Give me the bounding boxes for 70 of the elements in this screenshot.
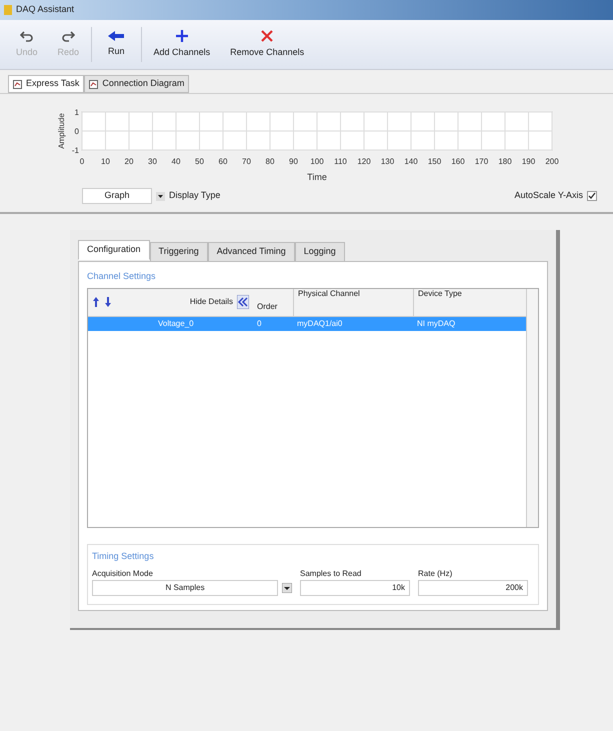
x-tick-label: 90	[289, 157, 298, 166]
x-tick-label: 10	[101, 157, 110, 166]
x-axis-title: Time	[307, 172, 327, 182]
display-type-label: Display Type	[169, 189, 220, 202]
display-type-field[interactable]: Graph	[82, 188, 152, 204]
down-arrow-icon[interactable]	[104, 296, 112, 308]
y-tick-label: 1	[74, 108, 79, 117]
hide-details-label: Hide Details	[190, 296, 233, 308]
plus-icon	[176, 30, 188, 42]
x-icon	[261, 30, 274, 42]
rate-field[interactable]: 200k	[418, 580, 528, 596]
y-axis-title: Amplitude	[57, 113, 66, 149]
field-label: Acquisition Mode	[92, 568, 154, 580]
autoscale-checkbox[interactable]	[587, 191, 597, 201]
device-type-cell-text: NI myDAQ	[416, 318, 456, 330]
dropdown-icon[interactable]	[156, 192, 165, 200]
x-tick-label: 20	[124, 157, 134, 166]
arrow-icon	[108, 30, 124, 41]
y-tick-label: 0	[74, 127, 79, 136]
x-tick-label: 120	[357, 157, 371, 166]
x-tick-label: 100	[310, 157, 324, 166]
x-tick-label: 110	[334, 157, 347, 166]
field-label: Rate (Hz)	[418, 568, 454, 580]
config-tab[interactable]: Logging	[294, 242, 345, 262]
dropdown-icon[interactable]	[282, 582, 292, 592]
x-tick-label: 0	[80, 157, 84, 166]
channel-name: Voltage_0	[157, 318, 195, 330]
undo-icon	[20, 30, 34, 42]
x-tick-label: 60	[218, 157, 228, 166]
window-title: DAQ Assistant	[16, 3, 74, 16]
column-header: Device Type	[413, 288, 488, 316]
section-title: Channel Settings	[87, 270, 157, 283]
tab-icon	[13, 80, 22, 88]
x-tick-label: 30	[148, 157, 157, 166]
redo-icon	[61, 30, 76, 42]
x-tick-label: 200	[545, 157, 559, 166]
app-icon	[4, 5, 12, 15]
x-tick-label: 180	[498, 157, 512, 166]
x-tick-label: 170	[474, 157, 488, 166]
config-tab[interactable]: Advanced Timing	[208, 242, 295, 262]
x-tick-label: 190	[522, 157, 536, 166]
column-header: Order	[256, 302, 278, 312]
field-label: Samples to Read	[300, 568, 362, 580]
order-cell-text: 0	[256, 318, 262, 330]
config-tab[interactable]: Configuration	[78, 240, 150, 260]
tab-icon	[89, 80, 98, 88]
x-tick-label: 50	[195, 157, 204, 166]
autoscale-label: AutoScale Y-Axis	[514, 189, 583, 202]
x-tick-label: 70	[242, 157, 251, 166]
add-button[interactable]: Add Channels	[146, 26, 218, 64]
run-button[interactable]: Run	[91, 26, 142, 62]
view-tab[interactable]: Connection Diagram	[84, 75, 190, 93]
remove-button[interactable]: Remove Channels	[222, 26, 312, 64]
acquisition-mode-field[interactable]: N Samples	[92, 580, 278, 596]
x-tick-label: 140	[404, 157, 418, 166]
column-header: Physical Channel	[293, 288, 413, 316]
section-title: Timing Settings	[92, 550, 154, 560]
config-tab[interactable]: Triggering	[150, 242, 208, 262]
up-arrow-icon[interactable]	[92, 296, 100, 308]
x-tick-label: 40	[172, 157, 180, 166]
collapse-icon[interactable]	[237, 295, 249, 309]
x-tick-label: 150	[428, 157, 442, 166]
samples-field[interactable]: 10k	[300, 580, 410, 596]
view-tab[interactable]: Express Task	[8, 75, 84, 93]
x-tick-label: 80	[266, 157, 274, 166]
x-tick-label: 160	[451, 157, 465, 166]
physical-channel-cell-text: myDAQ1/ai0	[296, 318, 344, 330]
scrollbar[interactable]	[526, 288, 538, 526]
x-tick-label: 130	[380, 157, 394, 166]
y-tick-label: -1	[72, 146, 79, 155]
